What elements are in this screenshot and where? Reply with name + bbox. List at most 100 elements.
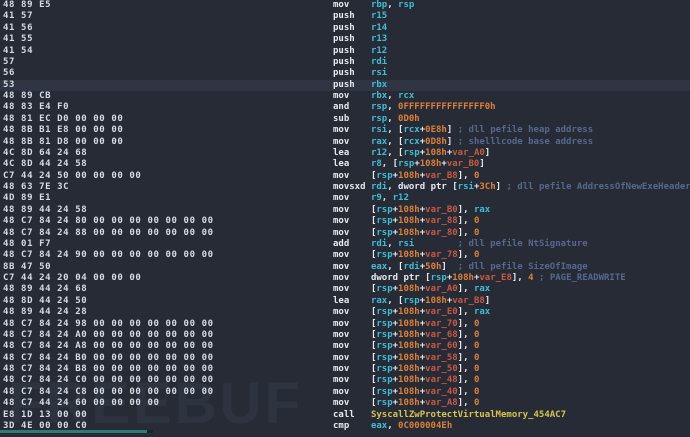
instruction-bytes: 48 89 44 24 58 [3, 204, 88, 215]
disasm-row[interactable]: 48 C7 44 24 60 00 00 00 00 mov [rsp+108h+… [0, 398, 690, 409]
disasm-row[interactable]: 8B 47 50 mov eax, [rdi+50h] ; dll pefile … [0, 262, 690, 273]
mnemonic: mov [333, 91, 371, 101]
operands: r8, [rsp+108h+var_B0] [370, 159, 485, 170]
disasm-row[interactable]: 48 83 E4 F0 and rsp, 0FFFFFFFFFFFFFFF0h [0, 102, 690, 113]
instruction-bytes: 41 56 [3, 22, 34, 33]
disasm-row[interactable]: 4C 8D 44 24 58 lea r8, [rsp+108h+var_B0] [0, 159, 690, 170]
mnemonic: mov [333, 318, 371, 329]
instruction: mov [rsp+108h+var_40], 0 [333, 387, 479, 398]
disasm-row[interactable]: E8 1D 13 00 00 call SyscallZwProtectVirtu… [0, 410, 690, 421]
instruction-bytes: 41 57 [3, 11, 34, 22]
disasm-row[interactable]: 4D 89 E1 mov r9, r12 [0, 193, 690, 204]
instruction-bytes: 48 C7 84 24 C0 00 00 00 00 00 00 00 [3, 375, 214, 386]
mnemonic: add [333, 238, 371, 249]
disasm-row[interactable]: 41 54 push r12 [0, 46, 690, 57]
instruction-bytes: 48 C7 84 24 C8 00 00 00 00 00 00 00 [3, 386, 214, 397]
mnemonic: mov [333, 329, 371, 340]
disasm-row[interactable]: C7 44 24 20 04 00 00 00 mov dword ptr [rs… [0, 273, 690, 284]
mnemonic: sub [333, 113, 371, 124]
disasm-row[interactable]: 48 01 F7 add rdi, rsi ; dll pefile NtSign… [0, 239, 690, 250]
mnemonic: lea [333, 147, 371, 158]
instruction-bytes: 48 C7 84 24 B8 00 00 00 00 00 00 00 [3, 364, 214, 374]
disasm-row[interactable]: 48 C7 84 24 A8 00 00 00 00 00 00 00 mov [… [0, 341, 690, 352]
operands: [rsp+108h+var_80], 0 [370, 227, 480, 238]
comment: ; dll pefile NtSignature [457, 238, 588, 249]
disasm-row[interactable]: 48 C7 84 24 98 00 00 00 00 00 00 00 mov [… [0, 319, 690, 330]
instruction: mov [rsp+108h+var_B0], rax [333, 205, 490, 216]
instruction: mov r9, r12 [333, 193, 409, 204]
disasm-row[interactable]: 48 C7 84 24 80 00 00 00 00 00 00 00 mov [… [0, 216, 690, 227]
disasm-row[interactable]: 57 push rdi [0, 57, 690, 68]
operands: eax, [rdi+50h] [370, 261, 447, 272]
instruction: lea r8, [rsp+108h+var_B0] [333, 159, 485, 170]
instruction: mov [rsp+108h+var_A0], rax [333, 284, 490, 295]
operands: rax, [rcx+0D8h] [370, 136, 453, 147]
mnemonic: mov [333, 250, 371, 261]
operands: [rsp+108h+var_A8], 0 [370, 398, 480, 409]
disasm-row[interactable]: C7 44 24 50 00 00 00 00 mov [rsp+108h+var… [0, 171, 690, 182]
disasm-row[interactable]: 48 C7 84 24 C0 00 00 00 00 00 00 00 mov [… [0, 375, 690, 386]
disasm-row[interactable]: 48 8B B1 E8 00 00 00 mov rsi, [rcx+0E8h] … [0, 125, 690, 136]
mnemonic: mov [333, 364, 371, 374]
disasm-row[interactable]: 48 C7 84 24 90 00 00 00 00 00 00 00 mov [… [0, 250, 690, 261]
instruction: mov [rsp+108h+var_88], 0 [333, 216, 479, 227]
mnemonic: mov [333, 352, 371, 363]
disasm-row[interactable]: 48 C7 84 24 B0 00 00 00 00 00 00 00 mov [… [0, 353, 690, 364]
disasm-row[interactable]: 48 89 E5 mov rbp, rsp [0, 0, 690, 11]
disasm-row[interactable]: 48 89 44 24 58 mov [rsp+108h+var_B0], rax [0, 205, 690, 216]
disasm-row[interactable]: 48 81 EC D0 00 00 00 sub rsp, 0D0h [0, 114, 690, 125]
instruction-bytes: 8B 47 50 [3, 261, 52, 272]
operands: r12, [rsp+108h+var_A0] [370, 147, 491, 158]
operands: [rsp+108h+var_70], 0 [370, 318, 480, 329]
mnemonic: mov [333, 227, 371, 238]
operands: r15 [370, 11, 388, 22]
disasm-row[interactable]: 41 56 push r14 [0, 23, 690, 34]
mnemonic: mov [333, 261, 371, 272]
mnemonic: mov [333, 136, 371, 147]
mnemonic: mov [333, 341, 371, 352]
instruction-bytes: 4D 89 E1 [3, 193, 52, 204]
disasm-row[interactable]: 41 57 push r15 [0, 11, 690, 22]
mnemonic: mov [333, 193, 371, 204]
mnemonic: mov [333, 0, 371, 10]
disassembly-view: 48 89 E5 mov rbp, rsp 41 57 push r15 41 56 pu… [0, 0, 690, 433]
comment: ; dll pefile AddressOfNewExeHeader [506, 182, 690, 192]
operands: rbp, rsp [370, 0, 415, 10]
disasm-row[interactable]: 56 push rsi [0, 68, 690, 79]
instruction-bytes: 48 83 E4 F0 [3, 102, 70, 113]
operands: rbx [370, 79, 388, 90]
instruction: mov [rsp+108h+var_A8], 0 [333, 398, 479, 409]
disasm-row[interactable]: 53 push rbx [0, 79, 690, 91]
mnemonic: push [333, 56, 371, 67]
instruction-bytes: 57 [3, 56, 16, 67]
operands: [rsp+108h+var_58], 0 [370, 352, 480, 363]
instruction-bytes: 41 54 [3, 45, 34, 56]
instruction-bytes: 48 89 CB [3, 91, 52, 101]
instruction: mov [rsp+108h+var_60], 0 [333, 341, 479, 352]
comment: ; PAGE_READWRITE [538, 273, 626, 283]
comment: ; dll pefile heap address [457, 125, 594, 136]
instruction-bytes: 4C 8D 64 24 68 [3, 147, 88, 158]
instruction: mov [rsp+108h+var_48], 0 [333, 375, 479, 386]
disasm-row[interactable]: 48 C7 84 24 B8 00 00 00 00 00 00 00 mov [… [0, 364, 690, 375]
disasm-row[interactable]: 48 8D 44 24 50 lea rax, [rsp+108h+var_B8] [0, 296, 690, 307]
instruction-bytes: 48 C7 44 24 60 00 00 00 00 [3, 398, 160, 409]
disasm-row[interactable]: 48 63 7E 3C movsxd rdi, dword ptr [rsi+3C… [0, 182, 690, 193]
operands: rax, [rsp+108h+var_B8] [370, 295, 491, 306]
mnemonic: mov [333, 386, 371, 397]
disasm-row[interactable]: 48 8B 81 D8 00 00 00 mov rax, [rcx+0D8h] … [0, 137, 690, 148]
disasm-row[interactable]: 4C 8D 64 24 68 lea r12, [rsp+108h+var_A0] [0, 148, 690, 159]
disasm-row[interactable]: 48 C7 84 24 88 00 00 00 00 00 00 00 mov [… [0, 228, 690, 239]
disasm-row[interactable]: 48 C7 84 24 C8 00 00 00 00 00 00 00 mov [… [0, 387, 690, 398]
operands: r14 [370, 22, 388, 33]
operands: [rsp+108h+var_78], 0 [370, 250, 480, 261]
operands: [rsp+108h+var_B8], 0 [370, 170, 480, 181]
instruction-bytes: 48 8D 44 24 50 [3, 295, 88, 306]
operands: r9, r12 [370, 193, 409, 204]
disasm-row[interactable]: 48 89 44 24 68 mov [rsp+108h+var_A0], rax [0, 284, 690, 295]
instruction-bytes: 48 89 44 24 68 [3, 284, 88, 295]
disasm-row[interactable]: 48 C7 84 24 A0 00 00 00 00 00 00 00 mov [… [0, 330, 690, 341]
disasm-row[interactable]: 48 89 CB mov rbx, rcx [0, 91, 690, 102]
disasm-row[interactable]: 48 89 44 24 28 mov [rsp+108h+var_E0], rax [0, 307, 690, 318]
disasm-row[interactable]: 41 55 push r13 [0, 34, 690, 45]
